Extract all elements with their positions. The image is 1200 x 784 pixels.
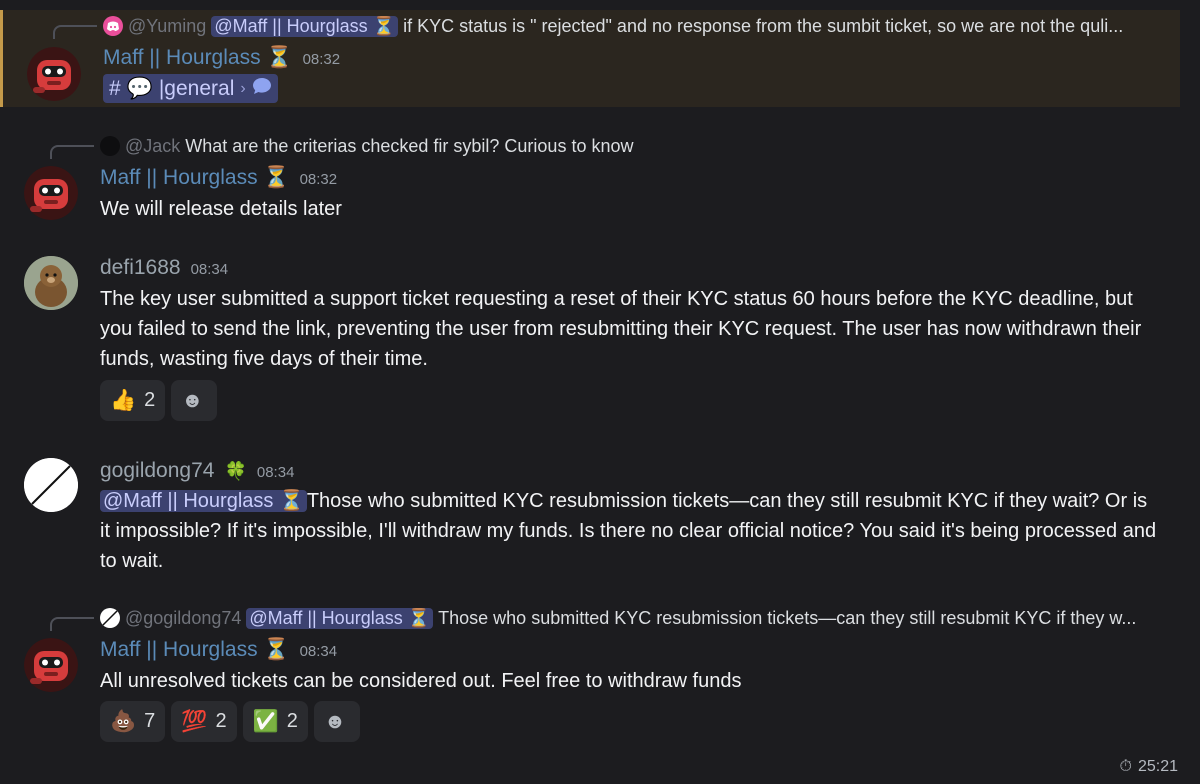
reply-handle[interactable]: @Yuming <box>128 16 206 37</box>
check-mark-icon: ✅ <box>252 709 279 733</box>
username[interactable]: defi1688 <box>100 256 181 280</box>
avatar[interactable] <box>24 638 78 692</box>
message-text: We will release details later <box>100 198 342 220</box>
reply-handle[interactable]: @gogildong74 <box>125 608 241 629</box>
reaction-count: 7 <box>144 710 156 732</box>
timestamp[interactable]: 08:34 <box>257 464 295 481</box>
smiley-add-icon: ☻ <box>181 388 204 412</box>
stopwatch-icon: ⏱ <box>1119 758 1132 775</box>
timestamp[interactable]: 08:34 <box>300 643 338 660</box>
reply-text: What are the criterias checked fir sybil… <box>185 135 634 156</box>
reply-preview[interactable]: @Yuming @Maff || Hourglass ⏳ if KYC stat… <box>103 15 1123 37</box>
channel-name: |general <box>158 76 235 100</box>
reply-avatar <box>100 136 120 156</box>
reply-connector <box>50 145 94 159</box>
reaction-count: 2 <box>144 389 156 411</box>
chat-area: @Yuming @Maff || Hourglass ⏳ if KYC stat… <box>0 0 1200 784</box>
message[interactable]: defi1688 08:34 The key user submitted a … <box>0 252 1180 427</box>
add-reaction-button[interactable]: ☻ <box>313 701 360 742</box>
username[interactable]: gogildong74 <box>100 459 214 483</box>
reply-text: if KYC status is " rejected" and no resp… <box>403 15 1124 36</box>
timestamp[interactable]: 08:32 <box>303 51 341 68</box>
timer-value: 25:21 <box>1137 758 1178 775</box>
reply-connector <box>50 617 94 631</box>
avatar[interactable] <box>24 166 78 220</box>
thread-bubble-icon <box>252 77 272 101</box>
message-header: defi1688 08:34 <box>100 256 228 280</box>
hundred-points-icon: 💯 <box>181 709 208 733</box>
avatar[interactable] <box>27 47 81 101</box>
reactions: 💩 7 💯 2 ✅ 2 ☻ <box>100 701 360 742</box>
message-header: gogildong74 🍀 08:34 <box>100 459 294 483</box>
timestamp[interactable]: 08:34 <box>191 261 229 278</box>
channel-link-general[interactable]: # 💬 |general › <box>103 74 278 103</box>
message[interactable]: @Jack What are the criterias checked fir… <box>0 128 1180 228</box>
message-text: @Maff || Hourglass ⏳ Those who submitted … <box>100 486 1160 576</box>
poop-icon: 💩 <box>110 709 137 733</box>
reaction-hundred[interactable]: 💯 2 <box>171 701 237 742</box>
clover-badge-icon: 🍀 <box>224 461 247 481</box>
reaction-count: 2 <box>286 710 298 732</box>
speech-bubble-icon: 💬 <box>126 76 153 100</box>
reply-avatar <box>100 608 120 628</box>
reply-handle[interactable]: @Jack <box>125 136 180 157</box>
message-header: Maff || Hourglass ⏳ 08:32 <box>100 166 337 190</box>
avatar[interactable] <box>24 458 78 512</box>
add-reaction-button[interactable]: ☻ <box>171 380 218 421</box>
message-text: All unresolved tickets can be considered… <box>100 670 742 692</box>
user-mention[interactable]: @Maff || Hourglass ⏳ <box>100 490 307 512</box>
reaction-check[interactable]: ✅ 2 <box>242 701 308 742</box>
thumbs-up-icon: 👍 <box>110 388 137 412</box>
message[interactable]: gogildong74 🍀 08:34 @Maff || Hourglass ⏳… <box>0 455 1180 580</box>
reply-preview[interactable]: @gogildong74 @Maff || Hourglass ⏳ Those … <box>100 607 1136 629</box>
chevron-right-icon: › <box>240 79 246 97</box>
timer: ⏱ 25:21 <box>1119 758 1178 776</box>
reply-connector <box>53 25 97 39</box>
message-text: The key user submitted a support ticket … <box>100 288 1142 370</box>
reply-mention[interactable]: @Maff || Hourglass ⏳ <box>211 15 399 37</box>
reply-preview[interactable]: @Jack What are the criterias checked fir… <box>100 135 633 157</box>
message-highlighted[interactable]: @Yuming @Maff || Hourglass ⏳ if KYC stat… <box>0 10 1180 107</box>
reaction-count: 2 <box>215 710 227 732</box>
message-header: Maff || Hourglass ⏳ 08:32 <box>103 46 340 70</box>
reaction-poop[interactable]: 💩 7 <box>100 701 166 742</box>
username[interactable]: Maff || Hourglass ⏳ <box>103 46 293 70</box>
message-header: Maff || Hourglass ⏳ 08:34 <box>100 638 337 662</box>
timestamp[interactable]: 08:32 <box>300 171 338 188</box>
username[interactable]: Maff || Hourglass ⏳ <box>100 166 290 190</box>
reply-text: Those who submitted KYC resubmission tic… <box>438 607 1137 628</box>
message[interactable]: @gogildong74 @Maff || Hourglass ⏳ Those … <box>0 600 1180 750</box>
username[interactable]: Maff || Hourglass ⏳ <box>100 638 290 662</box>
reactions: 👍 2 ☻ <box>100 380 218 421</box>
channel-hash-icon: # <box>109 76 121 100</box>
discord-avatar-icon <box>103 16 123 36</box>
reaction-thumbs-up[interactable]: 👍 2 <box>100 380 166 421</box>
smiley-add-icon: ☻ <box>323 709 346 733</box>
avatar[interactable] <box>24 256 78 310</box>
reply-mention[interactable]: @Maff || Hourglass ⏳ <box>246 607 434 629</box>
